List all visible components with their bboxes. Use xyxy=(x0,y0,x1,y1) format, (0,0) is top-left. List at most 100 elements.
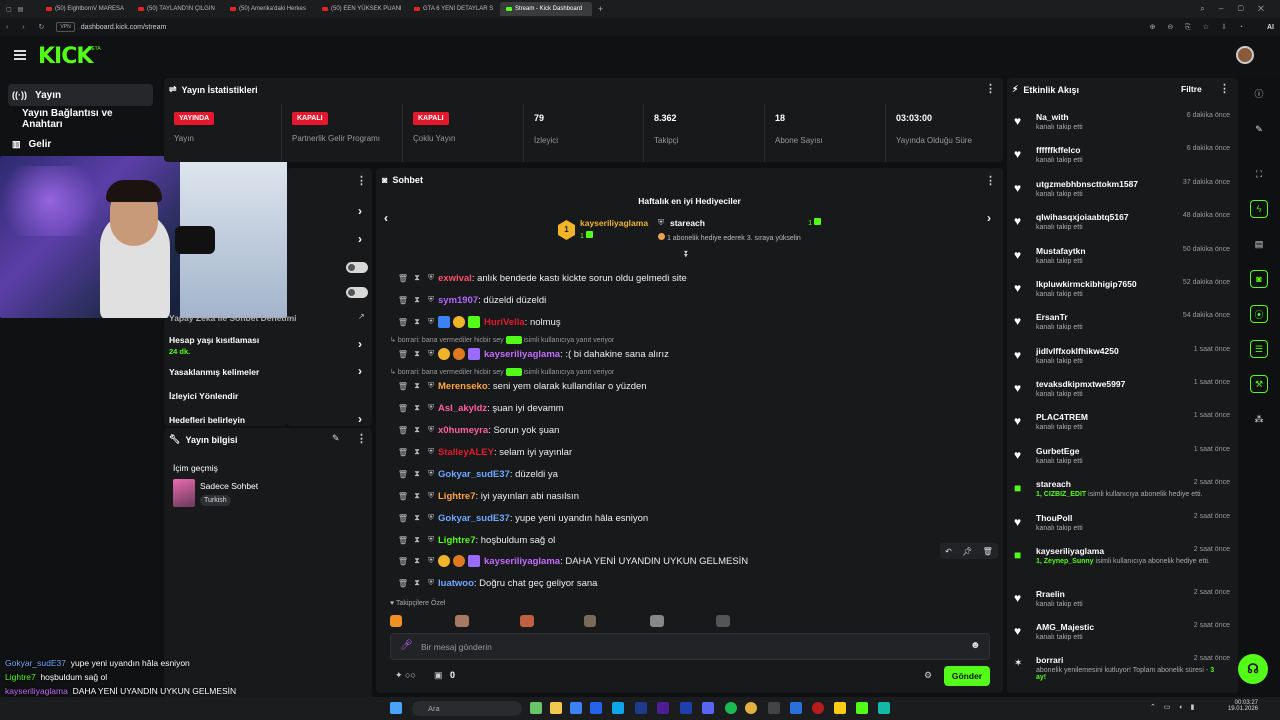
activity-event[interactable]: ■ stareach 1, CIZBIZ_EDIT isimli kullanıcı… xyxy=(1014,479,1230,509)
pencil-icon[interactable]: ✎ xyxy=(1250,120,1268,138)
document-icon[interactable]: ▤ xyxy=(1250,235,1268,253)
top-gifter-name[interactable]: kayseriliyaglama xyxy=(580,218,648,228)
app-icon[interactable] xyxy=(570,702,582,714)
spotify-icon[interactable] xyxy=(725,702,737,714)
activity-more-icon[interactable]: ⋮ xyxy=(1219,82,1230,95)
chevron-right-icon[interactable]: › xyxy=(358,364,362,378)
user-avatar[interactable] xyxy=(1236,46,1254,64)
setting-toggle[interactable] xyxy=(346,262,368,273)
timeout-icon[interactable]: ⧗ xyxy=(410,295,424,305)
activity-event[interactable]: ♥ ffffffkffelco kanalı takip etti 6 dakika … xyxy=(1014,145,1230,175)
event-username[interactable]: ffffffkffelco xyxy=(1036,145,1080,155)
event-username[interactable]: Na_with xyxy=(1036,112,1069,122)
delete-icon[interactable]: 🗑︎ xyxy=(396,514,410,523)
chat-message[interactable]: 🗑︎ ⧗ ⛨ exwival: anlık bendede kastı kickte … xyxy=(396,270,687,286)
emote-icon[interactable] xyxy=(584,615,596,627)
collapse-icon[interactable]: ⏬︎ xyxy=(684,249,689,260)
taskbar-search[interactable]: Ara xyxy=(412,701,522,716)
reply-icon[interactable]: ↶ xyxy=(945,547,952,556)
chat-message[interactable]: 🗑︎ ⧗ ⛨ HuriVella: nolmuş xyxy=(396,314,561,330)
ai-button[interactable]: AI xyxy=(1267,24,1274,31)
chat-input[interactable]: Bir mesaj gönderin xyxy=(421,642,492,652)
toolbar-icons[interactable]: ⊕ ⊖ ⎘ ☆ ⇩ ◔ xyxy=(1150,23,1248,32)
chat-username[interactable]: HuriVella xyxy=(484,317,525,328)
broadcast-icon[interactable]: ⦿ xyxy=(1250,305,1268,323)
chat-message[interactable]: 🗑︎ ⧗ ⛨ StalleyALEY: selam iyi yayınlar xyxy=(396,444,572,460)
delete-icon[interactable]: 🗑︎ xyxy=(396,470,410,479)
opera-icon[interactable] xyxy=(812,702,824,714)
event-username[interactable]: qlwihasqxjoiaabtq5167 xyxy=(1036,212,1129,222)
event-username[interactable]: stareach xyxy=(1036,479,1071,489)
shield-icon[interactable]: ⛨ xyxy=(424,317,438,327)
activity-event[interactable]: ♥ AMG_Majestic kanalı takip etti 2 saat önc… xyxy=(1014,622,1230,652)
shield-icon[interactable]: ⛨ xyxy=(424,556,438,566)
timeout-icon[interactable]: ⧗ xyxy=(410,578,424,588)
send-button[interactable]: Gönder xyxy=(944,666,990,686)
workspace-icon[interactable]: ▤ xyxy=(18,6,24,13)
lightning-icon[interactable]: ϟ xyxy=(1250,200,1268,218)
app-icon[interactable] xyxy=(635,702,647,714)
fullscreen-icon[interactable]: ⛶ xyxy=(1250,165,1268,183)
event-username[interactable]: Rraelin xyxy=(1036,589,1065,599)
browser-tab[interactable]: (50) Amerika'daki Herkes xyxy=(224,2,316,16)
chevron-right-icon[interactable]: › xyxy=(358,204,362,218)
chat-username[interactable]: x0humeyra xyxy=(438,425,488,436)
app-icon[interactable] xyxy=(768,702,780,714)
chat-username[interactable]: exwival xyxy=(438,273,472,284)
chat-message[interactable]: 🗑︎ ⧗ ⛨ Lightre7: iyi yayınları abi nasılsın xyxy=(396,488,579,504)
timeout-icon[interactable]: ⧗ xyxy=(410,403,424,413)
delete-icon[interactable]: 🗑︎ xyxy=(983,547,993,556)
setting-toggle[interactable] xyxy=(346,287,368,298)
event-username[interactable]: kayseriliyaglama xyxy=(1036,546,1104,556)
delete-icon[interactable]: 🗑︎ xyxy=(396,274,410,283)
sidebar-item-stream-key[interactable]: Yayın Bağlantısı ve Anahtarı xyxy=(8,108,153,130)
stream-info-more-icon[interactable]: ⋮ xyxy=(356,432,367,445)
delete-icon[interactable]: 🗑︎ xyxy=(396,350,410,359)
vpn-badge[interactable]: VPN xyxy=(56,22,75,32)
window-controls[interactable]: ⌕ – ▢ ✕ xyxy=(1200,4,1270,14)
edge-icon[interactable] xyxy=(612,702,624,714)
support-headset-icon[interactable]: ☊ xyxy=(1238,654,1268,684)
shield-icon[interactable]: ⛨ xyxy=(424,513,438,523)
activity-event[interactable]: ♥ Na_with kanalı takip etti 6 dakika önce xyxy=(1014,112,1230,142)
chat-message[interactable]: 🗑︎ ⧗ ⛨ x0humeyra: Sorun yok şuan xyxy=(396,422,560,438)
emote-icon[interactable] xyxy=(650,615,664,627)
delete-icon[interactable]: 🗑︎ xyxy=(396,557,410,566)
activity-event[interactable]: ♥ PLAC4TREM kanalı takip etti 1 saat önce xyxy=(1014,412,1230,442)
emote-icon[interactable] xyxy=(390,615,402,627)
chat-username[interactable]: luatwoo xyxy=(438,578,474,589)
setting-banned-words[interactable]: Yasaklanmış kelimeler xyxy=(169,367,369,377)
timeout-icon[interactable]: ⧗ xyxy=(410,447,424,457)
event-username[interactable]: utgzmebhbnscttokm1587 xyxy=(1036,179,1138,189)
chat-message[interactable]: 🗑︎ ⧗ ⛨ Lightre7: hoşbuldum sağ ol xyxy=(396,532,555,548)
stats-more-icon[interactable]: ⋮ xyxy=(985,82,996,95)
info-icon[interactable]: ⓘ xyxy=(1250,84,1268,102)
chevron-left-icon[interactable]: ‹ xyxy=(384,211,388,225)
chrome-icon[interactable] xyxy=(745,702,757,714)
external-link-icon[interactable]: ↗ xyxy=(358,312,365,321)
new-tab-icon[interactable]: + xyxy=(598,4,603,14)
timeout-icon[interactable]: ⧗ xyxy=(410,513,424,523)
chevron-right-icon[interactable]: › xyxy=(358,232,362,246)
chat-username[interactable]: kayseriliyaglama xyxy=(484,349,560,360)
shield-icon[interactable]: ⛨ xyxy=(424,578,438,588)
emote-icon[interactable] xyxy=(455,615,469,627)
chat-message[interactable]: 🗑︎ ⧗ ⛨ Asl_akyldz: şuan iyi devamm xyxy=(396,400,564,416)
activity-event[interactable]: ♥ qlwihasqxjoiaabtq5167 kanalı takip etti 4… xyxy=(1014,212,1230,242)
setting-account-age[interactable]: Hesap yaşı kısıtlaması 24 dk. xyxy=(169,335,369,356)
url-field[interactable]: dashboard.kick.com/stream xyxy=(81,24,167,31)
event-username[interactable]: borrari xyxy=(1036,655,1063,665)
windows-start-icon[interactable] xyxy=(390,702,402,714)
timeout-icon[interactable]: ⧗ xyxy=(410,273,424,283)
photoshop-icon[interactable] xyxy=(680,702,692,714)
delete-icon[interactable]: 🗑︎ xyxy=(396,426,410,435)
chat-settings-icon[interactable]: ⚙ xyxy=(924,670,932,681)
shield-icon[interactable]: ⛨ xyxy=(424,491,438,501)
delete-icon[interactable]: 🗑︎ xyxy=(396,536,410,545)
delete-icon[interactable]: 🗑︎ xyxy=(396,318,410,327)
edit-icon[interactable]: ✎ xyxy=(332,433,340,444)
chevron-right-icon[interactable]: › xyxy=(358,337,362,351)
event-username[interactable]: ThouPoll xyxy=(1036,513,1072,523)
tray-icons[interactable]: ⌃ ▭ ◖ ▮ xyxy=(1150,703,1197,711)
chat-username[interactable]: Asl_akyldz xyxy=(438,403,487,414)
